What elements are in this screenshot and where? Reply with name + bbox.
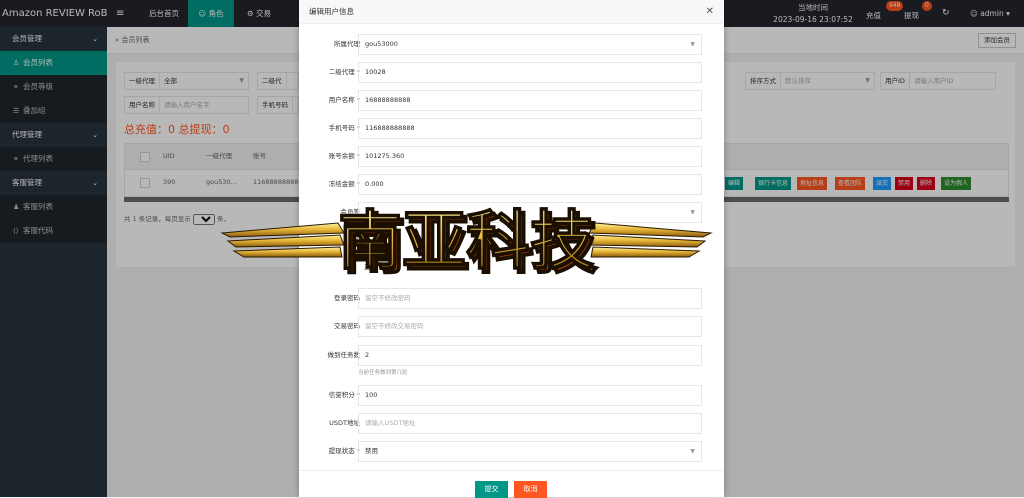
phone-value: 116888888888 [365, 124, 415, 132]
username-label: 用户名称 * [329, 90, 360, 111]
credit-score-label: 信誉积分 * [329, 385, 360, 406]
phone-label: 手机号码 * [329, 118, 360, 139]
frozen-label: 冻结金额 * [329, 174, 360, 195]
task-count-field[interactable]: 2 [358, 345, 702, 366]
withdraw-status-label: 提现状态 * [329, 441, 360, 462]
task-count-label: 做到任务数 [328, 345, 361, 366]
form-row-balance: 账号余额 * 101275.360 [299, 146, 724, 167]
left-wing-icon [220, 222, 345, 258]
submit-button[interactable]: 提交 [475, 481, 508, 498]
trade-password-field[interactable]: 留空不修改交易密码 [358, 316, 702, 337]
balance-label: 账号余额 * [329, 146, 360, 167]
watermark-logo: 南亚科技 南亚科技 [220, 204, 713, 284]
chevron-down-icon: ▼ [690, 41, 695, 48]
login-password-label-text: 登录密码 [334, 294, 360, 302]
form-row-task-count: 做到任务数 2 [299, 345, 724, 366]
dialog-footer: 提交 取消 [299, 470, 724, 498]
balance-label-text: 账号余额 [328, 152, 355, 160]
agent-value: gou53000 [365, 40, 398, 48]
cancel-button[interactable]: 取消 [514, 481, 547, 498]
usdt-address-label: USDT地址 [329, 413, 360, 434]
withdraw-status-value: 禁用 [365, 447, 378, 455]
form-row-trade-password: 交易密码 留空不修改交易密码 [299, 316, 724, 337]
close-icon[interactable]: ✕ [706, 0, 714, 24]
frozen-label-text: 冻结金额 [328, 180, 355, 188]
login-password-field[interactable]: 留空不修改密码 [358, 288, 702, 309]
username-label-text: 用户名称 [328, 96, 355, 104]
agent-label-text: 所属代理 [334, 40, 360, 48]
form-row-credit-score: 信誉积分 * 100 [299, 385, 724, 406]
dialog-header: 编辑用户信息 ✕ [299, 0, 724, 24]
trade-password-label: 交易密码 [334, 316, 360, 337]
phone-label-text: 手机号码 [328, 124, 355, 132]
login-password-label: 登录密码 [334, 288, 360, 309]
withdraw-status-field[interactable]: 禁用 ▼ [358, 441, 702, 462]
form-row-agent2: 二级代理 * 10028 [299, 62, 724, 83]
right-wing-icon [588, 222, 713, 258]
form-row-phone: 手机号码 * 116888888888 [299, 118, 724, 139]
credit-score-value: 100 [365, 391, 378, 399]
trade-password-value: 留空不修改交易密码 [365, 322, 424, 330]
usdt-address-value: 请输入USDT地址 [365, 419, 416, 427]
task-count-hint: 当前任务做到第几轮 [358, 370, 408, 376]
agent2-value: 10028 [365, 68, 386, 76]
balance-field[interactable]: 101275.360 [358, 146, 702, 167]
username-field[interactable]: 16888888888 [358, 90, 702, 111]
form-row-login-password: 登录密码 留空不修改密码 [299, 288, 724, 309]
agent-label: 所属代理 [334, 34, 360, 55]
usdt-address-label-text: USDT地址 [329, 419, 360, 427]
agent2-field[interactable]: 10028 [358, 62, 702, 83]
phone-field[interactable]: 116888888888 [358, 118, 702, 139]
balance-value: 101275.360 [365, 152, 405, 160]
usdt-address-field[interactable]: 请输入USDT地址 [358, 413, 702, 434]
chevron-down-icon: ▼ [690, 448, 695, 455]
form-row-withdraw-status: 提现状态 * 禁用 ▼ [299, 441, 724, 462]
form-row-agent: 所属代理 gou53000 ▼ [299, 34, 724, 55]
dialog-title: 编辑用户信息 [309, 7, 354, 16]
task-count-value: 2 [365, 351, 370, 359]
watermark-text: 南亚科技 [338, 205, 594, 279]
credit-score-field[interactable]: 100 [358, 385, 702, 406]
task-count-label-text: 做到任务数 [327, 351, 361, 359]
trade-password-label-text: 交易密码 [334, 322, 360, 330]
form-row-username: 用户名称 * 16888888888 [299, 90, 724, 111]
frozen-field[interactable]: 0.000 [358, 174, 702, 195]
form-row-usdt-address: USDT地址 请输入USDT地址 [299, 413, 724, 434]
agent-field[interactable]: gou53000 ▼ [358, 34, 702, 55]
credit-score-label-text: 信誉积分 [328, 391, 355, 399]
frozen-value: 0.000 [365, 180, 384, 188]
agent2-label: 二级代理 * [329, 62, 360, 83]
form-row-frozen: 冻结金额 * 0.000 [299, 174, 724, 195]
agent2-label-text: 二级代理 [328, 68, 355, 76]
login-password-value: 留空不修改密码 [365, 294, 411, 302]
withdraw-status-label-text: 提现状态 [328, 447, 355, 455]
username-value: 16888888888 [365, 96, 411, 104]
